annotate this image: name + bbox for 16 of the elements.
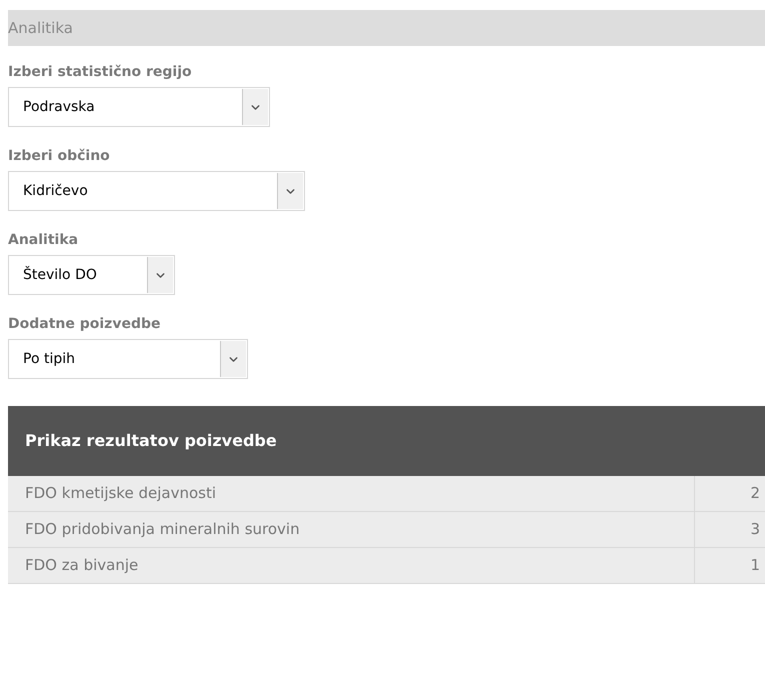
section-header: Analitika [8, 10, 765, 46]
table-cell-text: 1 [749, 555, 761, 576]
table-cell: FDO pridobivanja mineralnih surovin [8, 512, 695, 547]
field-label: Dodatne poizvedbe [8, 315, 162, 334]
table-cell-text: 3 [749, 519, 761, 540]
table-cell-text: 2 [749, 483, 761, 504]
dropdown-select[interactable]: Podravska [8, 87, 270, 127]
field-label: Izberi občino [8, 147, 111, 166]
table-cell: FDO za bivanje [8, 548, 695, 583]
field-label: Analitika [8, 231, 80, 250]
dropdown-select[interactable]: Po tipih [8, 339, 248, 379]
dropdown-select[interactable]: Kidričevo [8, 171, 305, 211]
dropdown-select[interactable]: Število DO [8, 255, 175, 295]
field-label: Izberi statistično regijo [8, 63, 193, 82]
results-header: Prikaz rezultatov poizvedbe [8, 406, 765, 476]
table-cell: FDO kmetijske dejavnosti [8, 476, 695, 511]
